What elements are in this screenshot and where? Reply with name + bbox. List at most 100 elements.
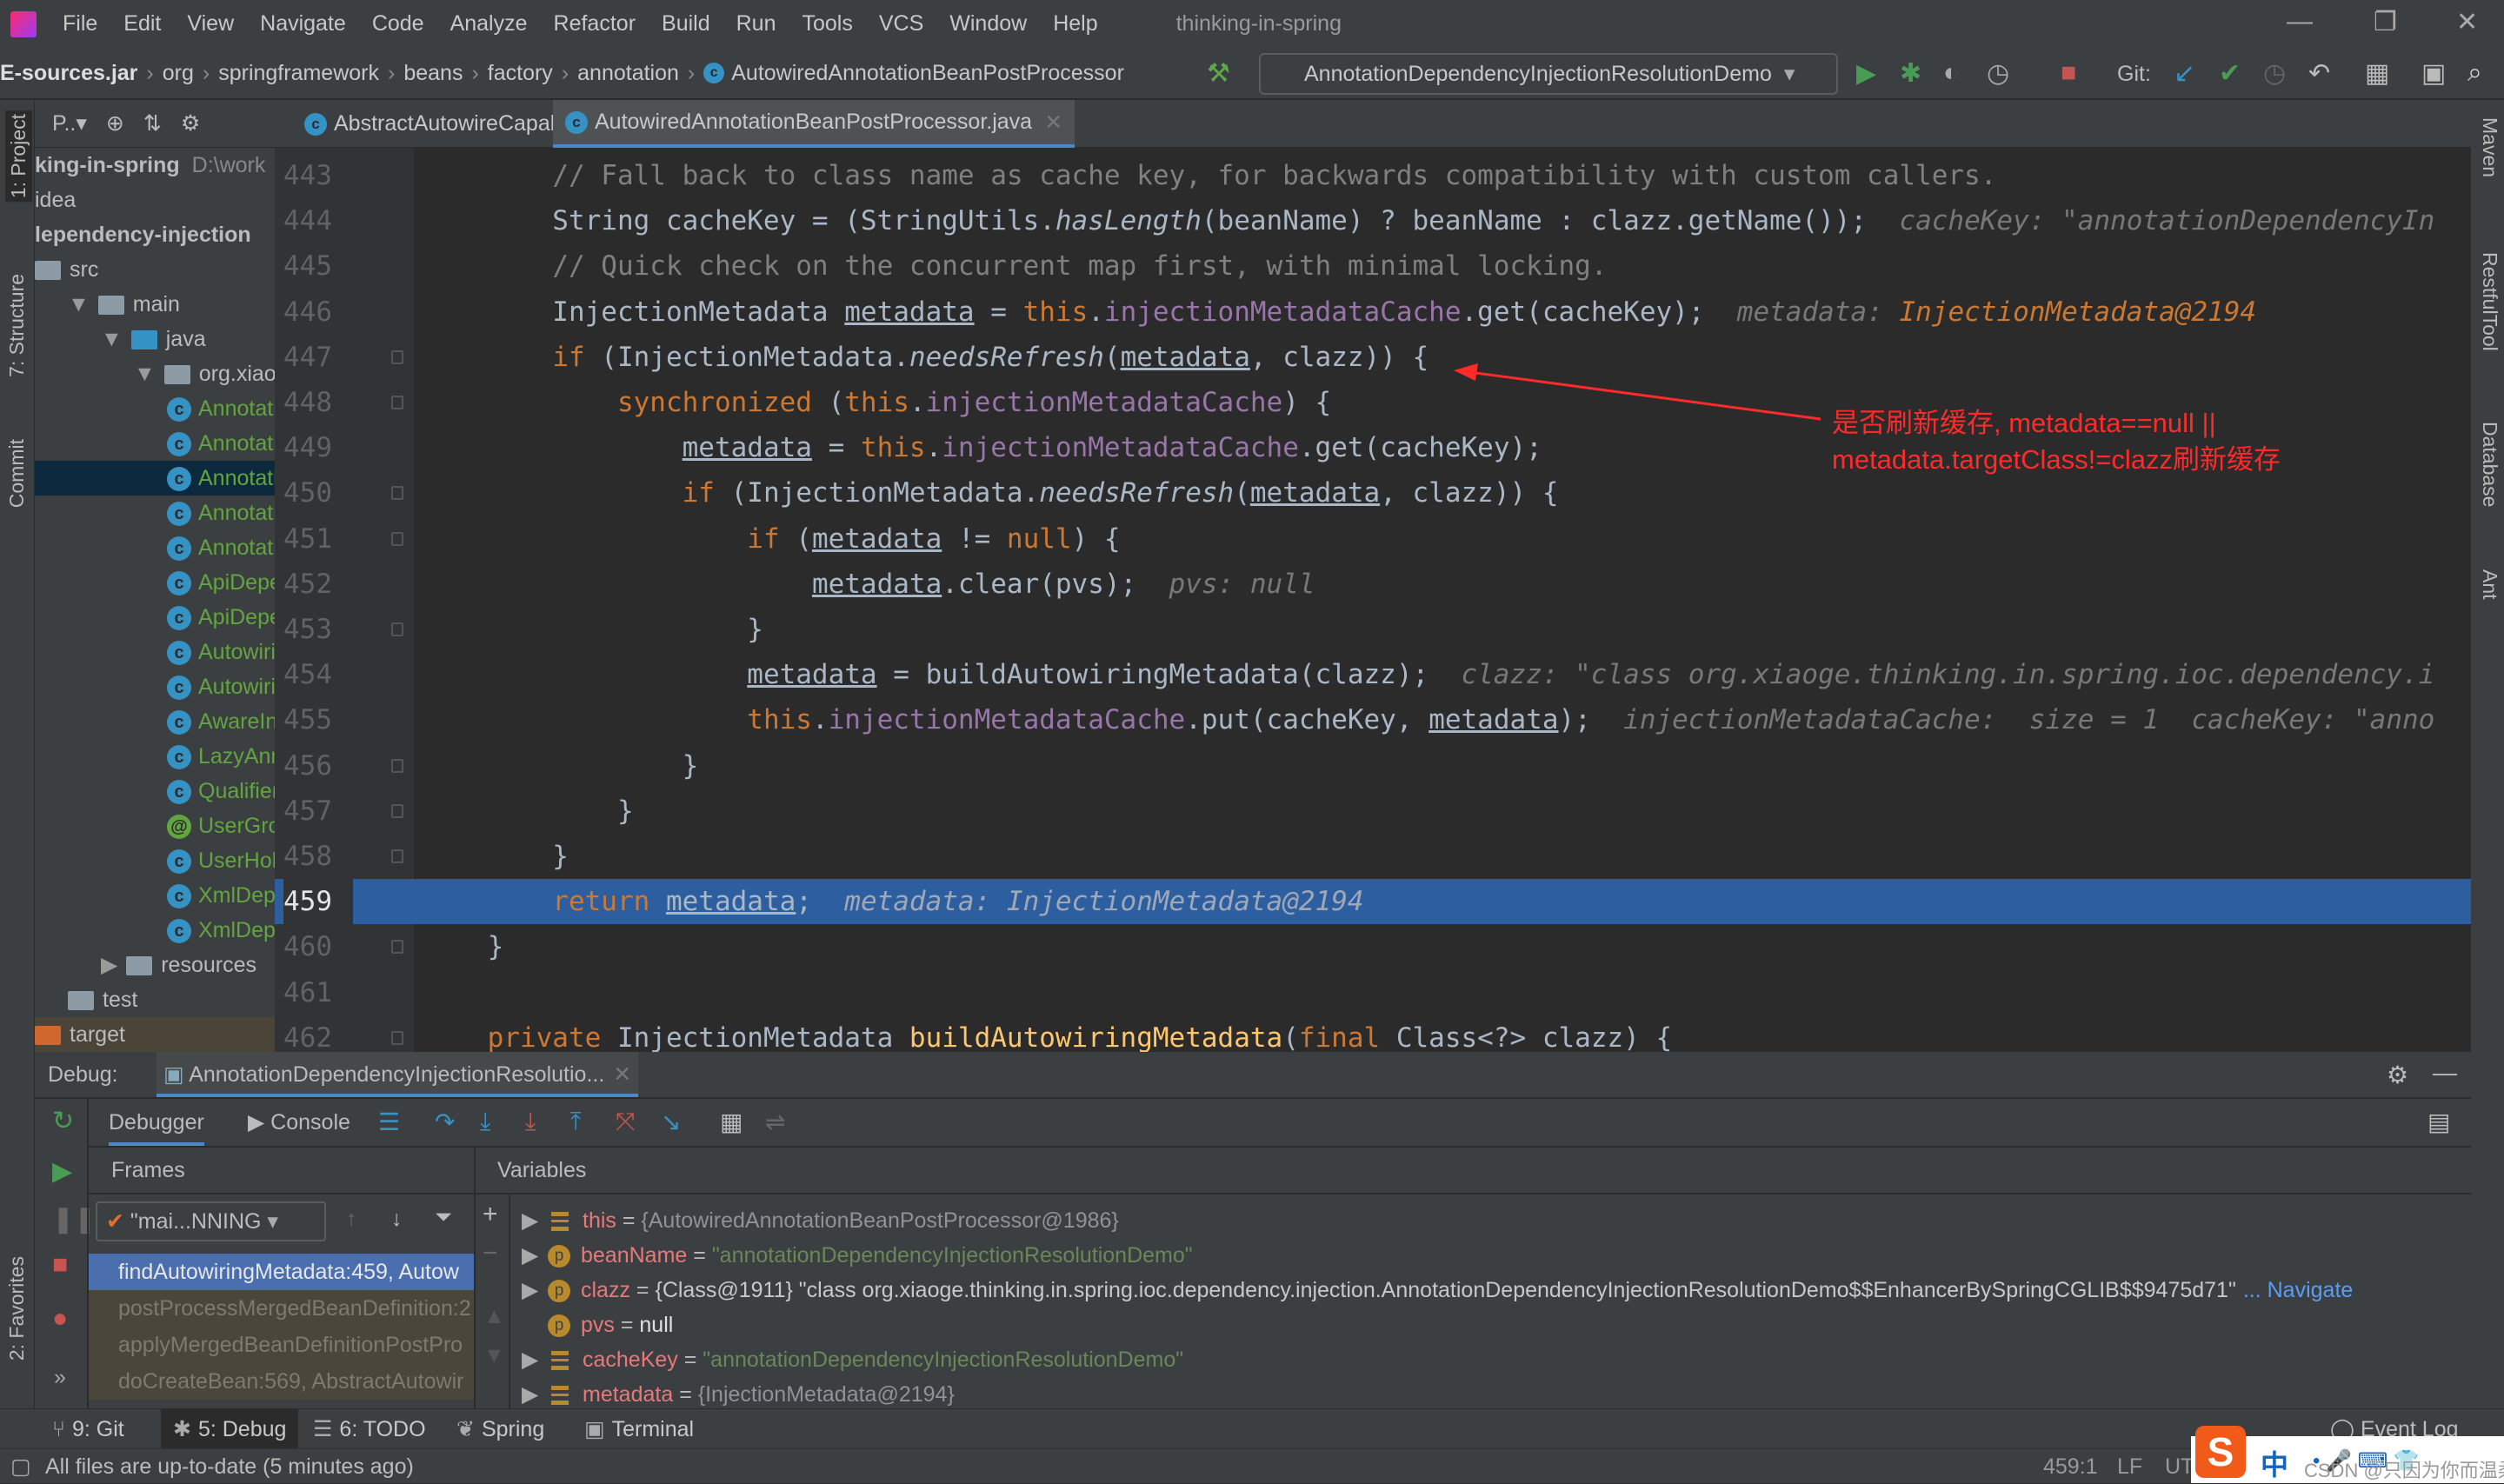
code-line[interactable]: 445 // Quick check on the concurrent map… [275, 243, 2471, 289]
tree-item[interactable]: c Annotati [35, 391, 275, 426]
tree-item[interactable]: c ApiDeper [35, 565, 275, 600]
drop-frame-icon[interactable]: ⤧ [616, 1108, 635, 1136]
resume-icon[interactable]: ▶ [52, 1156, 72, 1187]
line-separator[interactable]: LF [2117, 1449, 2142, 1484]
code-line[interactable]: 446 InjectionMetadata metadata = this.in… [275, 289, 2471, 335]
breadcrumb-item[interactable]: annotation [577, 61, 679, 86]
code-line[interactable]: 452 metadata.clear(pvs); pvs: null [275, 562, 2471, 607]
menu-build[interactable]: Build [662, 11, 710, 37]
line-number[interactable]: 444 [283, 198, 353, 243]
code-line[interactable]: 461 [275, 970, 2471, 1015]
breadcrumb-item[interactable]: beans [403, 61, 463, 86]
breadcrumb-item[interactable]: AutowiredAnnotationBeanPostProcessor [731, 61, 1124, 86]
tool-tab-git[interactable]: ⑂ 9: Git [52, 1409, 124, 1449]
tool-tab-debug[interactable]: ✱ 5: Debug [161, 1409, 299, 1449]
layout-icon[interactable]: ▤ [2427, 1108, 2450, 1136]
tool-tab-spring[interactable]: ❦ Spring [456, 1409, 544, 1449]
search-icon[interactable]: ⌕ [2467, 58, 2482, 88]
code-line[interactable]: 455 this.injectionMetadataCache.put(cach… [275, 697, 2471, 742]
run-configuration-select[interactable]: AnnotationDependencyInjectionResolutionD… [1259, 53, 1838, 95]
line-number[interactable]: 461 [283, 970, 353, 1015]
expand-arrow-icon[interactable]: ▶ [522, 1377, 548, 1412]
evaluate-expression-icon[interactable]: ▦ [720, 1108, 743, 1136]
line-number[interactable]: 453 [283, 607, 353, 652]
presentation-icon[interactable]: ▣ [2421, 58, 2446, 89]
menu-tools[interactable]: Tools [802, 11, 852, 37]
rollback-icon[interactable]: ↶ [2308, 58, 2330, 89]
profile-icon[interactable]: ◷ [1987, 58, 2009, 89]
tree-item[interactable]: target [35, 1017, 275, 1052]
tool-tab-terminal[interactable]: ▣ Terminal [584, 1409, 694, 1449]
menu-code[interactable]: Code [372, 11, 424, 37]
tree-item[interactable]: c QualifierA [35, 774, 275, 809]
stack-frame[interactable]: postProcessMergedBeanDefinition:2 [89, 1290, 474, 1327]
ant-tool-tab[interactable]: Ant [2478, 569, 2501, 600]
tree-item[interactable]: king-in-spring D:\work [35, 148, 275, 183]
expand-arrow-icon[interactable]: ▼ [101, 327, 123, 351]
caret-position[interactable]: 459:1 [2043, 1449, 2098, 1484]
menu-view[interactable]: View [187, 11, 234, 37]
line-number[interactable]: 456 [283, 743, 353, 789]
project-tool-tab[interactable]: 1: Project [5, 110, 32, 203]
menu-run[interactable]: Run [736, 11, 776, 37]
tree-item[interactable]: ▼ main [35, 287, 275, 322]
step-over-icon[interactable]: ↷ [435, 1108, 455, 1136]
ime-language[interactable]: 中 [2261, 1443, 2288, 1483]
menu-analyze[interactable]: Analyze [450, 11, 528, 37]
line-number[interactable]: 462 [283, 1015, 353, 1052]
line-number[interactable]: 450 [283, 470, 353, 516]
stack-frame[interactable]: findAutowiringMetadata:459, Autow [89, 1254, 474, 1290]
build-hammer-icon[interactable]: ⚒ [1207, 58, 1230, 89]
close-button[interactable]: ✕ [2456, 7, 2478, 37]
tab-debugger[interactable]: Debugger [109, 1101, 204, 1146]
tree-item[interactable]: c Annotati [35, 426, 275, 461]
git-update-icon[interactable]: ↙ [2174, 58, 2195, 89]
collapse-icon[interactable]: ⇅ [143, 110, 162, 136]
variable-row[interactable]: p pvs = null [522, 1308, 673, 1342]
settings-icon[interactable]: ⚙ [2387, 1061, 2408, 1089]
tree-item[interactable]: c XmlDepe [35, 878, 275, 913]
stack-frame[interactable]: applyMergedBeanDefinitionPostPro [89, 1327, 474, 1363]
database-tool-tab[interactable]: Database [2478, 422, 2501, 507]
locate-icon[interactable]: ⊕ [106, 110, 124, 136]
favorites-tool-tab[interactable]: 2: Favorites [5, 1256, 29, 1361]
tree-item[interactable]: src [35, 252, 275, 287]
expand-arrow-icon[interactable]: ▶ [522, 1273, 548, 1308]
variable-row[interactable]: ▶ p beanName = "annotationDependencyInject… [522, 1238, 1193, 1273]
debug-session-tab[interactable]: ▣ AnnotationDependencyInjectionResolutio… [156, 1052, 639, 1097]
trace-icon[interactable]: ⇌ [765, 1108, 785, 1136]
remove-watch-icon[interactable]: − [483, 1239, 498, 1268]
debug-icon[interactable]: ✱ [1900, 58, 1921, 89]
menu-refactor[interactable]: Refactor [554, 11, 636, 37]
previous-frame-icon[interactable]: ↑ [346, 1207, 357, 1232]
menu-edit[interactable]: Edit [123, 11, 161, 37]
tree-item[interactable]: ▼ org.xiaoge.tl [35, 356, 275, 391]
code-line[interactable]: 444 String cacheKey = (StringUtils.hasLe… [275, 198, 2471, 243]
project-structure-icon[interactable]: ▦ [2365, 58, 2389, 89]
tree-item[interactable]: test [35, 982, 275, 1017]
tree-item[interactable]: lependency-injection [35, 217, 275, 252]
line-number[interactable]: 460 [283, 924, 353, 969]
tree-item[interactable]: ▶ resources [35, 948, 275, 982]
tree-item[interactable]: c XmlDepe [35, 913, 275, 948]
stop-icon[interactable]: ■ [2061, 58, 2076, 88]
menu-navigate[interactable]: Navigate [260, 11, 346, 37]
run-icon[interactable]: ▶ [1856, 58, 1876, 89]
maven-tool-tab[interactable]: Maven [2478, 117, 2501, 177]
breadcrumb-item[interactable]: E-sources.jar [0, 61, 137, 86]
code-line[interactable]: 456 } [275, 743, 2471, 789]
breadcrumb-item[interactable]: org [163, 61, 194, 86]
expand-arrow-icon[interactable]: ▼ [68, 292, 90, 316]
rerun-icon[interactable]: ↻ [52, 1106, 74, 1136]
coverage-icon[interactable]: ◐ [1943, 58, 1959, 88]
code-editor[interactable]: 443 // Fall back to class name as cache … [275, 148, 2471, 1052]
variable-row[interactable]: ▶ this = {AutowiredAnnotationBeanPostProc… [522, 1203, 1119, 1238]
close-icon[interactable]: ✕ [613, 1062, 631, 1087]
menu-help[interactable]: Help [1053, 11, 1097, 37]
pause-icon[interactable]: ❚❚ [52, 1204, 96, 1234]
next-frame-icon[interactable]: ↓ [391, 1207, 403, 1232]
variable-row[interactable]: ▶ p clazz = {Class@1911} "class org.xiaoge… [522, 1273, 2353, 1308]
tab-autowired-annotation-processor[interactable]: c AutowiredAnnotationBeanPostProcessor.ja… [553, 100, 1076, 148]
expand-arrow-icon[interactable]: ▶ [522, 1203, 548, 1238]
line-number[interactable]: 455 [283, 697, 353, 742]
